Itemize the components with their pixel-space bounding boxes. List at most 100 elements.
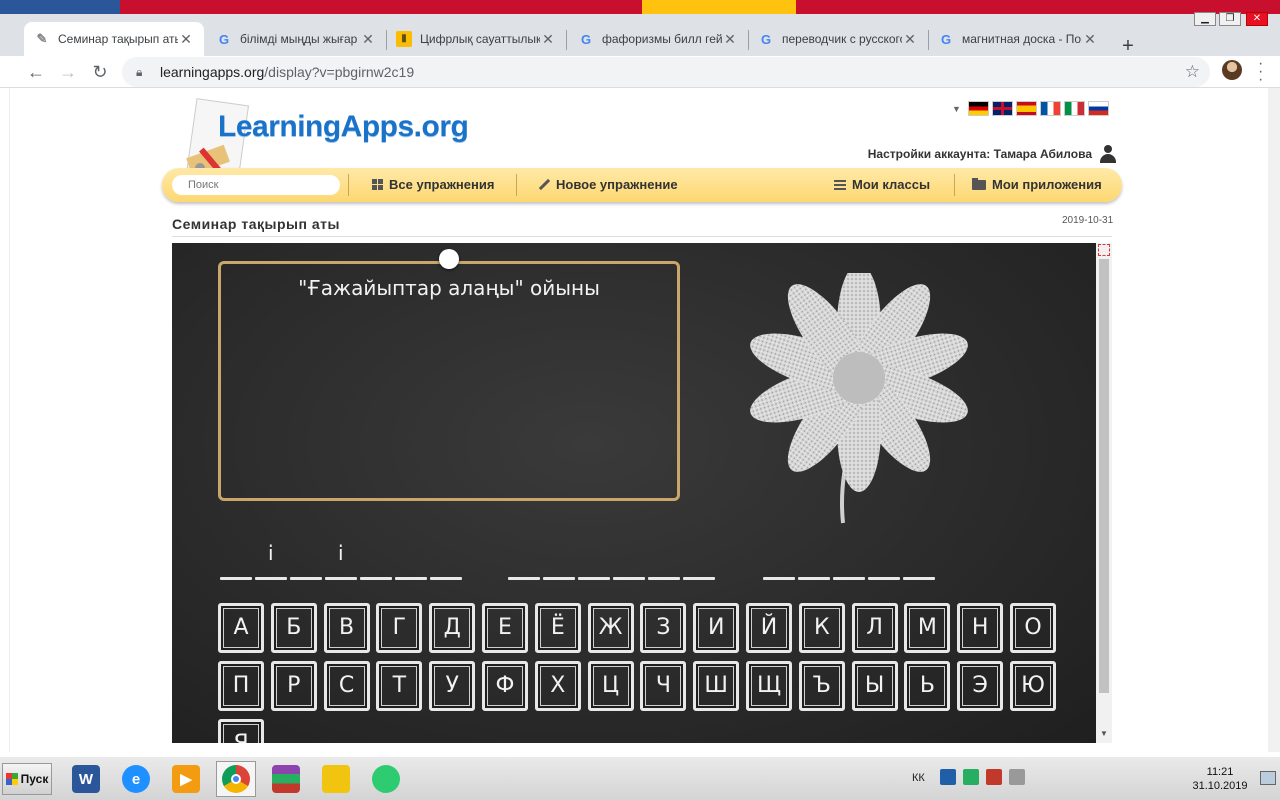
key-letter[interactable]: Ж bbox=[587, 603, 634, 653]
key-letter[interactable]: Д bbox=[429, 603, 476, 653]
key-letter[interactable]: Э bbox=[957, 661, 1004, 711]
key-letter[interactable]: Б bbox=[270, 603, 317, 653]
tab-title: Цифрлық сауаттылық bbox=[420, 32, 540, 46]
flag-fr-icon[interactable] bbox=[1039, 101, 1061, 116]
key-letter[interactable]: Ы bbox=[851, 661, 898, 711]
close-icon[interactable]: ✕ bbox=[540, 31, 556, 48]
search-input[interactable] bbox=[172, 175, 340, 195]
tab-tsifrlyq[interactable]: Ⅱ Цифрлық сауаттылық ✕ bbox=[386, 22, 566, 56]
fullscreen-icon[interactable] bbox=[1098, 244, 1110, 256]
taskbar-ie[interactable]: e bbox=[116, 761, 156, 797]
key-letter[interactable]: Ш bbox=[693, 661, 740, 711]
close-icon[interactable]: ✕ bbox=[1082, 31, 1098, 48]
key-letter[interactable]: Й bbox=[746, 603, 792, 653]
key-letter[interactable]: Н bbox=[957, 603, 1004, 653]
profile-avatar[interactable] bbox=[1222, 60, 1242, 80]
close-icon[interactable]: ✕ bbox=[902, 31, 918, 48]
key-letter[interactable]: С bbox=[323, 661, 370, 711]
user-icon[interactable] bbox=[1100, 145, 1116, 163]
tab-magnetic-board[interactable]: G магнитная доска - Пои ✕ bbox=[928, 22, 1108, 56]
close-icon[interactable]: ✕ bbox=[178, 31, 194, 48]
minimize-button[interactable]: ▁ bbox=[1194, 12, 1216, 26]
taskbar-word[interactable]: W bbox=[66, 761, 106, 797]
lock-icon[interactable]: 🔒︎ bbox=[136, 65, 148, 79]
key-letter[interactable]: О bbox=[1010, 603, 1056, 653]
key-letter[interactable]: Ф bbox=[482, 661, 528, 711]
keyboard-language[interactable]: КК bbox=[912, 772, 925, 784]
close-icon[interactable]: ✕ bbox=[722, 31, 738, 48]
key-letter[interactable]: Щ bbox=[746, 661, 792, 711]
start-button[interactable]: Пуск bbox=[2, 763, 52, 795]
key-letter[interactable]: А bbox=[218, 603, 264, 653]
key-letter[interactable]: Ю bbox=[1010, 661, 1056, 711]
key-letter[interactable]: Ё bbox=[534, 603, 581, 653]
key-letter[interactable]: З bbox=[640, 603, 687, 653]
taskbar-winrar[interactable] bbox=[266, 761, 306, 797]
key-letter[interactable]: Ь bbox=[904, 661, 951, 711]
app-scrollbar[interactable]: ▼ bbox=[1096, 243, 1112, 743]
key-letter[interactable]: К bbox=[798, 603, 845, 653]
back-button[interactable]: ← bbox=[24, 60, 48, 84]
tab-aphorisms[interactable]: G фафоризмы билл гейтс ✕ bbox=[568, 22, 748, 56]
bookmark-star-icon[interactable]: ☆ bbox=[1185, 62, 1200, 82]
taskbar-media-player[interactable]: ▶ bbox=[166, 761, 206, 797]
chrome-icon bbox=[222, 765, 250, 793]
key-letter[interactable]: П bbox=[218, 661, 264, 711]
window-close-button[interactable]: ✕ bbox=[1246, 12, 1268, 26]
key-letter[interactable]: Р bbox=[270, 661, 317, 711]
close-icon[interactable]: ✕ bbox=[360, 31, 376, 48]
update-icon[interactable] bbox=[963, 769, 979, 785]
address-bar[interactable]: 🔒︎ learningapps.org/display?v=pbgirnw2c1… bbox=[122, 57, 1210, 87]
scroll-down-icon[interactable]: ▼ bbox=[1100, 729, 1108, 738]
tab-seminar[interactable]: ✎ Семинар тақырып аты ✕ bbox=[24, 22, 204, 56]
flag-en-icon[interactable] bbox=[991, 101, 1013, 116]
new-tab-button[interactable]: + bbox=[1117, 36, 1139, 58]
key-letter[interactable]: Е bbox=[482, 603, 528, 653]
key-letter[interactable]: Ъ bbox=[798, 661, 845, 711]
flag-it-icon[interactable] bbox=[1063, 101, 1085, 116]
key-letter[interactable]: М bbox=[904, 603, 951, 653]
key-letter[interactable]: Т bbox=[376, 661, 423, 711]
forward-button[interactable]: → bbox=[56, 60, 80, 84]
maximize-button[interactable]: ❐ bbox=[1219, 12, 1241, 26]
key-letter[interactable]: И bbox=[693, 603, 740, 653]
menu-my-apps[interactable]: Мои приложения bbox=[972, 177, 1102, 192]
key-letter[interactable]: Г bbox=[376, 603, 423, 653]
scrollbar-thumb[interactable] bbox=[1099, 259, 1109, 693]
tab-bilimdi[interactable]: G білімді мыңды жығар с ✕ bbox=[206, 22, 386, 56]
key-letter[interactable]: Л bbox=[851, 603, 898, 653]
menu-kebab-icon[interactable]: · · · bbox=[1258, 56, 1263, 88]
clock[interactable]: 11:21 31.10.2019 bbox=[1184, 765, 1256, 793]
site-logo[interactable]: LearningApps.org bbox=[218, 110, 469, 144]
clock-date: 31.10.2019 bbox=[1192, 780, 1248, 792]
menu-my-classes[interactable]: Мои классы bbox=[834, 177, 930, 192]
key-letter[interactable]: У bbox=[429, 661, 476, 711]
key-letter[interactable]: Ч bbox=[640, 661, 687, 711]
taskbar-explorer[interactable] bbox=[316, 761, 356, 797]
flag-es-icon[interactable] bbox=[1015, 101, 1037, 116]
flag-ru-icon[interactable] bbox=[1087, 101, 1109, 116]
chevron-down-icon[interactable]: ▼ bbox=[952, 104, 961, 114]
key-letter[interactable]: Ц bbox=[587, 661, 634, 711]
key-letter[interactable]: В bbox=[323, 603, 370, 653]
reload-button[interactable]: ↻ bbox=[88, 60, 112, 84]
app-iframe[interactable]: "Ғажайыптар алаңы" ойыны і і А Б В Г Д Е… bbox=[172, 243, 1096, 743]
volume-icon[interactable] bbox=[1009, 769, 1025, 785]
network-icon[interactable] bbox=[940, 769, 956, 785]
menu-new-exercise[interactable]: Новое упражнение bbox=[538, 177, 678, 192]
account-label[interactable]: Настройки аккаунта: Тамара Абилова bbox=[868, 147, 1092, 161]
page-scrollbar[interactable] bbox=[1268, 88, 1280, 752]
menu-all-exercises[interactable]: Все упражнения bbox=[372, 177, 494, 192]
menu-label: Мои классы bbox=[852, 177, 931, 192]
show-desktop-button[interactable] bbox=[1260, 771, 1276, 785]
tab-translator[interactable]: G переводчик с русского ✕ bbox=[748, 22, 928, 56]
key-letter[interactable]: Я bbox=[218, 719, 264, 743]
security-icon[interactable] bbox=[986, 769, 1002, 785]
taskbar-chrome[interactable] bbox=[216, 761, 256, 797]
language-selector[interactable]: ▼ bbox=[952, 101, 1109, 116]
key-letter[interactable]: Х bbox=[534, 661, 581, 711]
account-settings[interactable]: Настройки аккаунта: Тамара Абилова bbox=[868, 145, 1116, 163]
menu-label: Мои приложения bbox=[992, 177, 1102, 192]
taskbar-chat[interactable] bbox=[366, 761, 406, 797]
flag-de-icon[interactable] bbox=[967, 101, 989, 116]
